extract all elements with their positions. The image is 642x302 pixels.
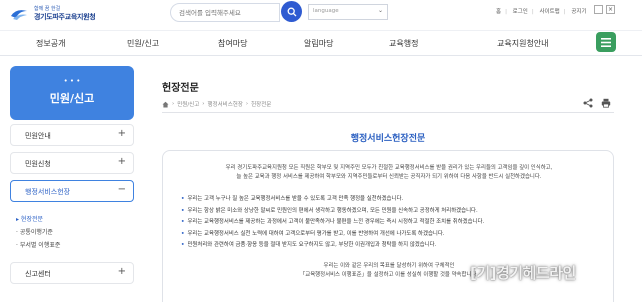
language-label: language	[313, 8, 339, 14]
language-select[interactable]: language ⌄	[308, 4, 388, 20]
print-icon[interactable]	[601, 98, 611, 108]
charter-item: • 우리는 교육행정서비스 실천 노력에 대하여 고객으로부터 평가를 받고, 이…	[181, 230, 445, 237]
breadcrumb-item[interactable]: 민원/신고	[177, 100, 199, 108]
logo-mark-icon	[11, 10, 27, 20]
sub-item-charter-text[interactable]: ▸ 현장전문	[16, 214, 43, 223]
notice-link[interactable]: 공지기	[571, 9, 586, 15]
sidebar-item-label: 민원안내	[25, 132, 51, 140]
share-icon[interactable]	[583, 98, 593, 108]
sidebar-item-label: 민원신청	[25, 160, 51, 168]
sidebar-item-guide[interactable]: 민원안내 +	[10, 124, 134, 146]
dots-icon: • • •	[63, 77, 81, 85]
plus-icon: +	[117, 156, 126, 167]
sub-item-department-standard[interactable]: · 부서별 이행표준	[16, 240, 60, 249]
charter-item: • 우리는 항상 밝은 미소와 상냥한 말씨로 민원인의 편에서 생각하고 행동하…	[181, 207, 478, 214]
top-bar: 함께 꿈 한걸 경기도파주교육지원청 language ⌄ 홈| 로그인| 사이…	[0, 0, 642, 28]
search-input[interactable]	[179, 6, 274, 20]
sidebar-item-report[interactable]: 신고센터 +	[10, 262, 134, 284]
charter-items: • 우리는 고객 누구나 질 높은 교육행정서비스를 받을 수 있도록 고객 만족…	[181, 194, 601, 252]
logo-name: 경기도파주교육지원청	[34, 13, 96, 21]
watermark: [기]경기헤드라인	[470, 264, 576, 282]
home-icon[interactable]	[162, 101, 169, 108]
search-field[interactable]	[170, 3, 280, 22]
sidebar-item-label: 신고센터	[25, 270, 51, 278]
chevron-down-icon: ⌄	[377, 7, 383, 14]
nav-item-about[interactable]: 교육지원청안내	[497, 38, 549, 49]
page-title: 헌장전문	[162, 83, 199, 94]
charter-title: 행정서비스헌장전문	[350, 134, 426, 144]
charter-intro: 우리 경기도파주교육지원청 모든 직원은 학부모 및 지역주민 모두가 친절한 …	[225, 165, 553, 180]
hamburger-icon	[601, 37, 611, 47]
login-link[interactable]: 로그인	[513, 9, 528, 15]
charter-item: • 민원처리와 관련하여 금품·향응 등을 절대 받지도 요구하지도 않고, 부당…	[181, 242, 437, 248]
main-navigation: 정보공개 민원/신고 참여마당 알림마당 교육행정 교육지원청안내	[0, 30, 642, 56]
checkbox-icon[interactable]	[594, 5, 603, 14]
menu-button[interactable]	[596, 32, 616, 52]
charter-item: • 우리는 교육행정서비스를 제공하는 과정에서 고객이 불만족하거나 불편을 느…	[181, 219, 485, 225]
sitemap-link[interactable]: 사이트맵	[539, 9, 559, 15]
charter-item: • 우리는 고객 누구나 질 높은 교육행정서비스를 받을 수 있도록 고객 만족…	[181, 196, 404, 202]
nav-item-info[interactable]: 정보공개	[36, 38, 65, 49]
plus-icon: +	[117, 266, 126, 277]
sidebar-item-charter[interactable]: 행정서비스헌장 −	[10, 180, 134, 202]
minus-icon: −	[117, 184, 126, 195]
plus-icon: +	[117, 128, 126, 139]
search-icon	[287, 7, 296, 16]
sidebar-header: • • • 민원/신고	[10, 66, 134, 120]
utility-links: 홈 | 로그인 | 사이트맵 | 공지기	[496, 9, 587, 15]
sub-item-common-standard[interactable]: · 공통이행기준	[16, 227, 53, 236]
breadcrumb-item[interactable]: 행정서비스헌장	[208, 100, 243, 108]
logo-slogan: 함께 꿈 한걸	[34, 6, 61, 12]
divider	[162, 112, 614, 113]
nav-item-complaints[interactable]: 민원/신고	[127, 38, 159, 49]
nav-item-news[interactable]: 알림마당	[304, 38, 333, 49]
sidebar-item-label: 행정서비스헌장	[25, 188, 71, 196]
nav-item-participation[interactable]: 참여마당	[218, 38, 247, 49]
close-icon[interactable]: ×	[606, 5, 615, 14]
home-link[interactable]: 홈	[496, 9, 501, 15]
sidebar-item-apply[interactable]: 민원신청 +	[10, 152, 134, 174]
breadcrumb-item[interactable]: 헌장전문	[251, 100, 271, 108]
sidebar-title: 민원/신고	[49, 92, 95, 105]
breadcrumb: › 민원/신고 › 행정서비스헌장 › 헌장전문	[162, 100, 271, 108]
logo[interactable]: 함께 꿈 한걸 경기도파주교육지원청	[10, 4, 110, 26]
search-button[interactable]	[281, 1, 302, 22]
nav-item-admin[interactable]: 교육행정	[389, 38, 418, 49]
